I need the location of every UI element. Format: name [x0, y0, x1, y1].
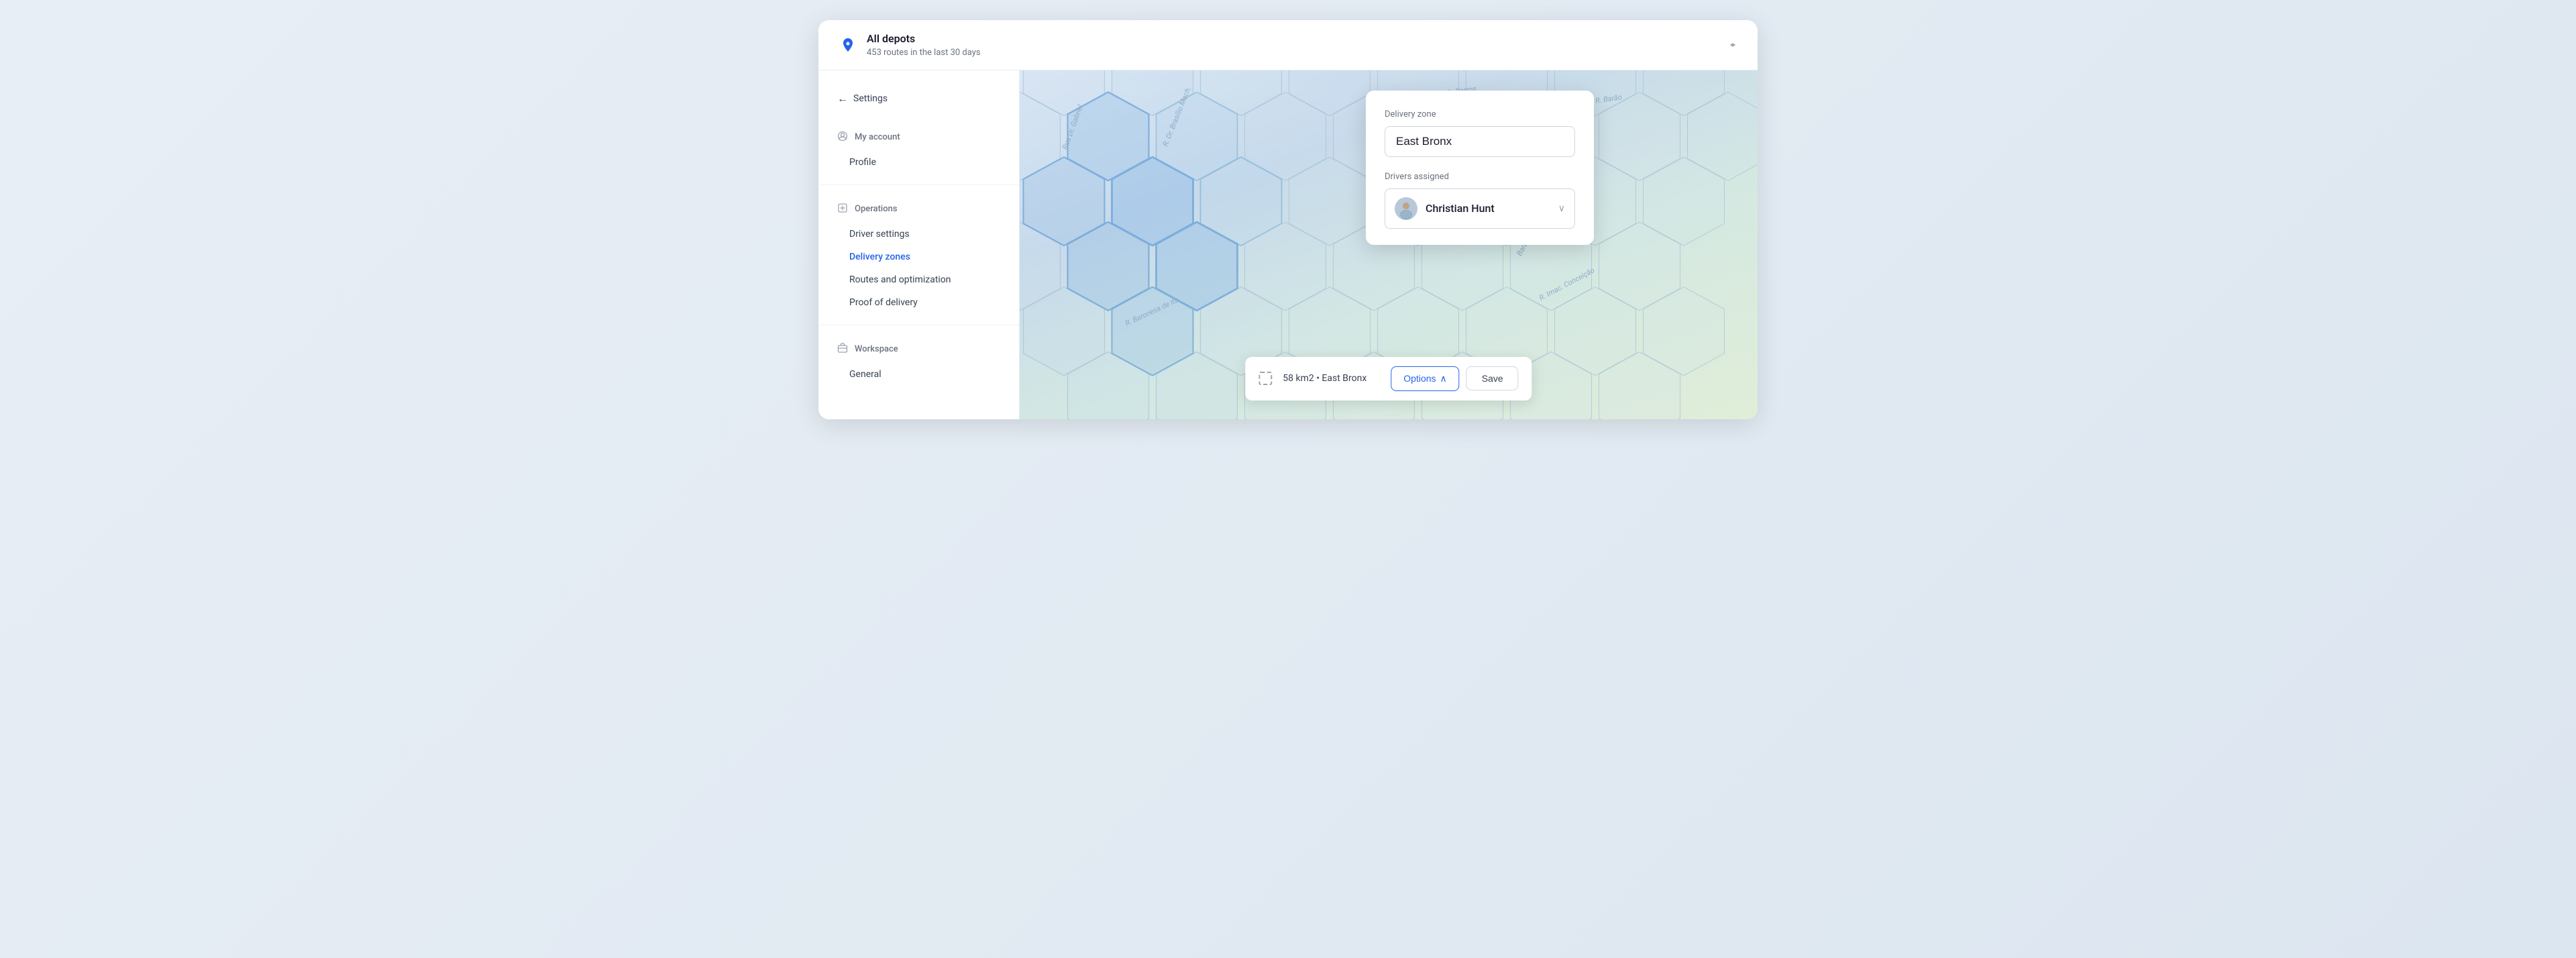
driver-name: Christian Hunt	[1426, 202, 1550, 215]
workspace-header: Workspace	[818, 336, 1019, 363]
sidebar-item-routes-optimization[interactable]: Routes and optimization	[818, 268, 1019, 291]
area-info: 58 km2 • East Bronx	[1283, 373, 1366, 384]
operations-label: Operations	[855, 204, 898, 214]
save-button[interactable]: Save	[1466, 366, 1519, 390]
sidebar: ← Settings My account Profile	[818, 70, 1020, 419]
driver-avatar	[1395, 197, 1417, 220]
bottom-bar-actions: Options ∧ Save	[1391, 366, 1518, 391]
operations-header: Operations	[818, 196, 1019, 223]
back-arrow-icon: ←	[837, 92, 848, 105]
top-bar: All depots 453 routes in the last 30 day…	[818, 20, 1758, 70]
back-label: Settings	[853, 93, 888, 104]
depot-chevron-icon[interactable]	[1727, 39, 1739, 51]
workspace-icon	[837, 343, 848, 356]
back-to-settings[interactable]: ← Settings	[818, 87, 1019, 119]
zone-label: Delivery zone	[1385, 109, 1575, 119]
area-selection-icon	[1258, 372, 1272, 385]
operations-section: Operations Driver settings Delivery zone…	[818, 191, 1019, 319]
options-button[interactable]: Options ∧	[1391, 366, 1460, 391]
app-container: All depots 453 routes in the last 30 day…	[818, 20, 1758, 419]
map-area: Rua Dr. Gabriel R. Dr. Brasílio Mach. R.…	[1020, 70, 1758, 419]
driver-select-chevron-icon: ∨	[1558, 203, 1565, 214]
drivers-label: Drivers assigned	[1385, 172, 1575, 182]
sidebar-item-proof-of-delivery[interactable]: Proof of delivery	[818, 291, 1019, 314]
main-layout: ← Settings My account Profile	[818, 70, 1758, 419]
my-account-section: My account Profile	[818, 119, 1019, 179]
operations-icon	[837, 203, 848, 216]
driver-select[interactable]: Christian Hunt ∨	[1385, 189, 1575, 229]
workspace-label: Workspace	[855, 344, 898, 354]
my-account-icon	[837, 131, 848, 144]
zone-dialog: Delivery zone Drivers assigned Christian	[1366, 91, 1594, 245]
location-pin-icon	[837, 34, 859, 56]
sidebar-item-delivery-zones[interactable]: Delivery zones	[818, 246, 1019, 268]
options-chevron-icon: ∧	[1440, 373, 1447, 384]
workspace-section: Workspace General	[818, 331, 1019, 391]
sidebar-item-profile[interactable]: Profile	[818, 151, 1019, 174]
divider-1	[818, 184, 1019, 185]
my-account-label: My account	[855, 132, 900, 142]
zone-name-input[interactable]	[1385, 126, 1575, 157]
sidebar-item-general[interactable]: General	[818, 363, 1019, 386]
my-account-header: My account	[818, 124, 1019, 151]
depot-title: All depots	[867, 32, 1719, 46]
sidebar-item-driver-settings[interactable]: Driver settings	[818, 223, 1019, 246]
depot-subtitle: 453 routes in the last 30 days	[867, 48, 1719, 58]
bottom-bar: 58 km2 • East Bronx Options ∧ Save	[1245, 357, 1532, 401]
options-button-label: Options	[1403, 373, 1436, 384]
top-bar-info: All depots 453 routes in the last 30 day…	[867, 32, 1719, 58]
